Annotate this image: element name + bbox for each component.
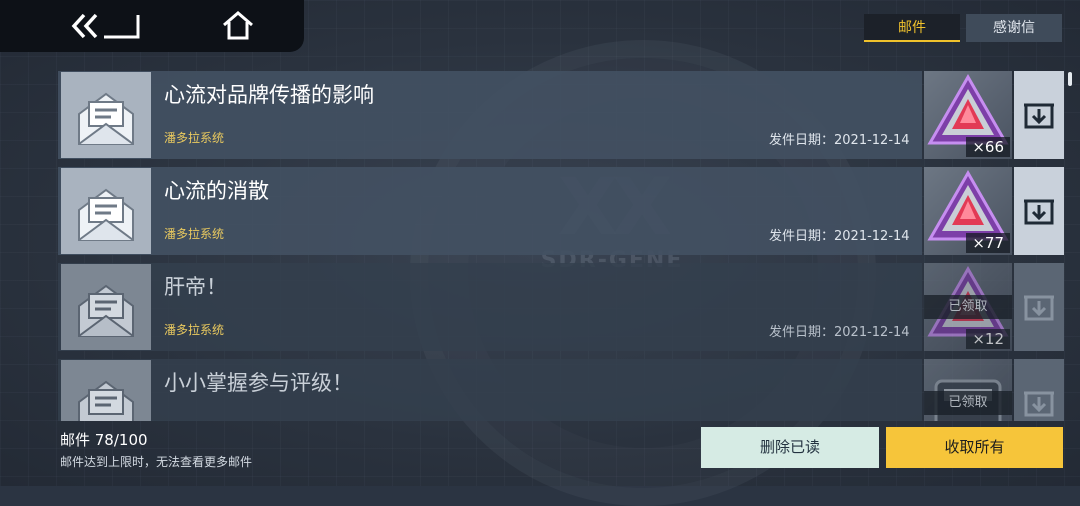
claim-button[interactable] [1014, 359, 1064, 421]
claim-button[interactable] [1014, 71, 1064, 159]
mail-title: 小小掌握参与评级！ [164, 371, 353, 395]
scrollbar[interactable] [1068, 72, 1072, 86]
reward-quantity: ×12 [966, 329, 1010, 349]
claim-all-button[interactable]: 收取所有 [886, 427, 1063, 468]
download-tray-icon [1024, 391, 1054, 417]
reward-quantity: ×66 [966, 137, 1010, 157]
mail-count: 邮件 78/100 [60, 431, 148, 449]
envelope-open-icon [61, 168, 151, 254]
mail-sender: 潘多拉系统 [164, 227, 225, 241]
mail-sender: 潘多拉系统 [164, 131, 225, 145]
mail-list: 心流对品牌传播的影响 潘多拉系统 发件日期：2021-12-14 ×66 心流的… [58, 71, 1064, 421]
mail-date: 发件日期：2021-12-14 [769, 133, 910, 148]
claim-button[interactable] [1014, 263, 1064, 351]
envelope-open-icon [61, 360, 151, 421]
envelope-open-icon [61, 72, 151, 158]
mail-item[interactable]: 肝帝！ 潘多拉系统 发件日期：2021-12-14 已领取 ×12 [58, 263, 1064, 351]
mail-item-panel: 肝帝！ 潘多拉系统 发件日期：2021-12-14 [58, 263, 922, 351]
mail-title: 肝帝！ [164, 275, 227, 299]
mail-item-panel: 小小掌握参与评级！ [58, 359, 922, 421]
mail-title: 心流对品牌传播的影响 [164, 83, 374, 107]
reward-slot[interactable]: 已领取 ×12 [924, 263, 1012, 351]
reward-quantity: ×77 [966, 233, 1010, 253]
reward-slot[interactable]: 已领取 [924, 359, 1012, 421]
mail-limit-hint: 邮件达到上限时，无法查看更多邮件 [60, 455, 253, 469]
mail-item[interactable]: 心流的消散 潘多拉系统 发件日期：2021-12-14 ×77 [58, 167, 1064, 255]
download-tray-icon [1024, 103, 1054, 129]
mail-date: 发件日期：2021-12-14 [769, 325, 910, 340]
back-arrow-icon[interactable] [70, 10, 142, 42]
delete-read-button[interactable]: 删除已读 [701, 427, 879, 468]
download-tray-icon [1024, 199, 1054, 225]
mail-title: 心流的消散 [164, 179, 269, 203]
mail-date: 发件日期：2021-12-14 [769, 229, 910, 244]
tab-thank-you-letters[interactable]: 感谢信 [966, 14, 1062, 42]
reward-slot[interactable]: ×77 [924, 167, 1012, 255]
top-nav [0, 0, 304, 52]
tab-mail[interactable]: 邮件 [864, 14, 960, 42]
home-icon[interactable] [220, 9, 256, 43]
claimed-label: 已领取 [924, 391, 1012, 415]
reward-slot[interactable]: ×66 [924, 71, 1012, 159]
mail-sender: 潘多拉系统 [164, 323, 225, 337]
download-tray-icon [1024, 295, 1054, 321]
mail-item[interactable]: 小小掌握参与评级！ 已领取 [58, 359, 1064, 421]
mail-item[interactable]: 心流对品牌传播的影响 潘多拉系统 发件日期：2021-12-14 ×66 [58, 71, 1064, 159]
claimed-label: 已领取 [924, 295, 1012, 319]
envelope-open-icon [61, 264, 151, 350]
mail-item-panel: 心流对品牌传播的影响 潘多拉系统 发件日期：2021-12-14 [58, 71, 922, 159]
claim-button[interactable] [1014, 167, 1064, 255]
mail-item-panel: 心流的消散 潘多拉系统 发件日期：2021-12-14 [58, 167, 922, 255]
